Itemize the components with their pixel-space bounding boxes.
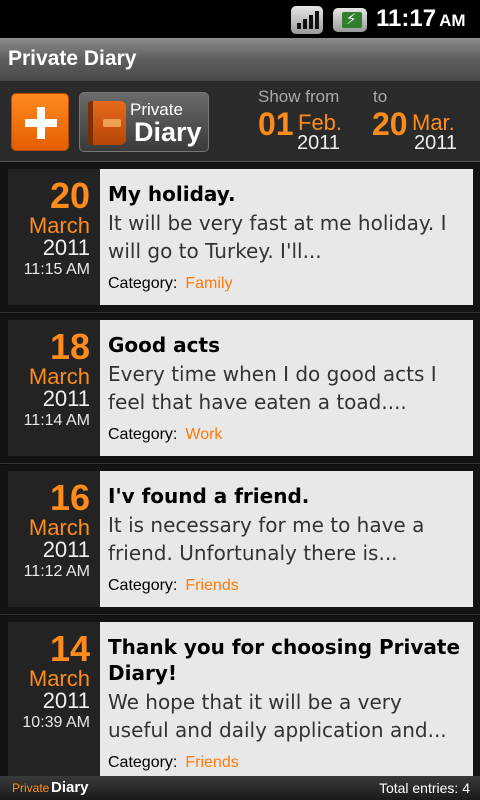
category-label: Category:	[108, 754, 178, 771]
entry-time: 11:15 AM	[23, 261, 90, 278]
category-value: Work	[185, 426, 223, 443]
entry-text: It will be very fast at me holiday. I wi…	[108, 211, 447, 263]
battery-charging-icon: ⚡	[333, 8, 367, 32]
category-value: Friends	[185, 754, 239, 771]
entry-day: 14	[49, 628, 90, 669]
total-entries: Total entries: 4	[378, 780, 470, 796]
app-title: Private Diary	[8, 47, 137, 70]
entry-date: 20 March 2011 11:15 AM	[8, 169, 100, 305]
category-label: Category:	[108, 426, 178, 443]
entry-year: 2011	[42, 688, 90, 713]
entry-date: 16 March 2011 11:12 AM	[8, 471, 100, 607]
list-item[interactable]: 14 March 2011 10:39 AM Thank you for cho…	[0, 616, 480, 776]
to-year: 2011	[414, 132, 458, 154]
entry-content: I'v found a friend. It is necessary for …	[100, 471, 473, 607]
entry-year: 2011	[42, 386, 90, 411]
from-day: 01	[258, 106, 294, 142]
category-label: Category:	[108, 275, 178, 292]
entries-list[interactable]: 20 March 2011 11:15 AM My holiday. It wi…	[0, 163, 480, 776]
category-value: Family	[185, 275, 233, 292]
category-value: Friends	[185, 577, 239, 594]
entry-date: 14 March 2011 10:39 AM	[8, 622, 100, 776]
entry-category: Category: Family	[108, 275, 232, 293]
entry-year: 2011	[42, 537, 90, 562]
entry-title: Thank you for choosing Private Diary!	[108, 635, 461, 685]
from-year: 2011	[297, 132, 341, 154]
footer-brand-private: Private	[12, 781, 50, 795]
entry-content: Thank you for choosing Private Diary! We…	[100, 622, 473, 776]
entry-category: Category: Friends	[108, 577, 239, 595]
to-label: to	[373, 87, 388, 106]
show-from-label: Show from	[258, 87, 340, 106]
entry-time: 10:39 AM	[22, 714, 90, 731]
title-bar: Private Diary	[0, 38, 480, 82]
footer-bar: Private Diary Total entries: 4	[0, 776, 480, 800]
clock-time: 11:17	[376, 5, 437, 32]
entry-content: Good acts Every time when I do good acts…	[100, 320, 473, 456]
list-item[interactable]: 16 March 2011 11:12 AM I'v found a frien…	[0, 465, 480, 615]
add-entry-button[interactable]	[11, 93, 69, 151]
entry-day: 16	[49, 477, 90, 518]
entry-time: 11:14 AM	[23, 412, 90, 429]
entry-title: Good acts	[108, 333, 220, 357]
entry-content: My holiday. It will be very fast at me h…	[100, 169, 473, 305]
entry-text: It is necessary for me to have a friend.…	[108, 513, 425, 565]
entry-title: My holiday.	[108, 182, 236, 206]
entry-category: Category: Work	[108, 426, 222, 444]
entry-category: Category: Friends	[108, 754, 239, 772]
entry-text: We hope that it will be a very useful an…	[108, 690, 447, 742]
entry-date: 18 March 2011 11:14 AM	[8, 320, 100, 456]
clock-ampm: AM	[439, 11, 466, 30]
category-label: Category:	[108, 577, 178, 594]
signal-icon	[291, 6, 323, 34]
status-clock: 11:17 AM	[376, 5, 466, 33]
entry-time: 11:12 AM	[23, 563, 90, 580]
entry-day: 18	[49, 326, 90, 367]
logo-text-diary: Diary	[134, 117, 202, 147]
list-item[interactable]: 20 March 2011 11:15 AM My holiday. It wi…	[0, 163, 480, 313]
to-day: 20	[372, 106, 408, 142]
entry-year: 2011	[42, 235, 90, 260]
status-bar: ⚡ 11:17 AM	[0, 0, 480, 38]
diary-book-icon	[88, 101, 126, 145]
entry-day: 20	[49, 175, 90, 216]
list-item[interactable]: 18 March 2011 11:14 AM Good acts Every t…	[0, 314, 480, 464]
entry-text: Every time when I do good acts I feel th…	[108, 362, 437, 414]
toolbar: Private Diary Show from to 01 Feb. 2011 …	[0, 82, 480, 162]
entry-title: I'v found a friend.	[108, 484, 310, 508]
app-logo[interactable]: Private Diary	[79, 92, 209, 152]
footer-brand-diary: Diary	[51, 779, 89, 796]
